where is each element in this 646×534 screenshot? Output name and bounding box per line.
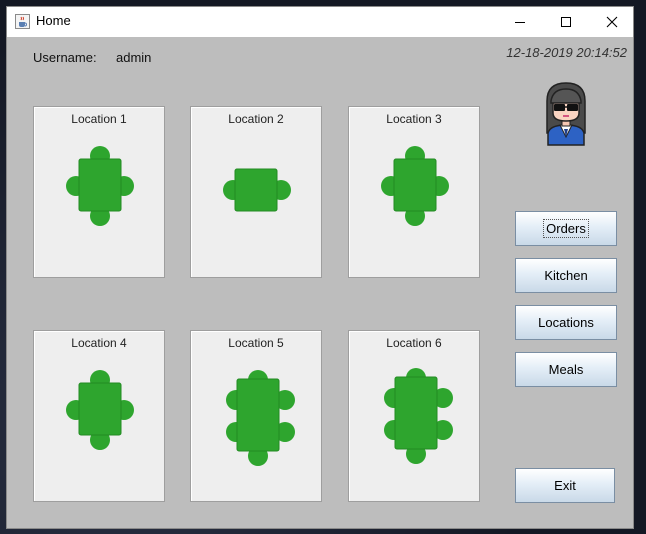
table-6-seats-icon (384, 368, 453, 464)
meals-button[interactable]: Meals (515, 352, 617, 387)
close-icon (606, 16, 618, 28)
location-card-6[interactable]: Location 6 (348, 330, 480, 502)
location-card-1[interactable]: Location 1 (33, 106, 165, 278)
exit-button[interactable]: Exit (515, 468, 615, 503)
table-2-seats-icon (223, 168, 291, 212)
home-window: Home Username: admin 12-18-2019 20:14:52… (6, 6, 634, 529)
kitchen-button-label: Kitchen (544, 268, 588, 283)
location-card-4[interactable]: Location 4 (33, 330, 165, 502)
table-4-seats-icon (381, 146, 449, 226)
close-button[interactable] (589, 7, 635, 37)
datetime-display: 12-18-2019 20:14:52 (506, 45, 627, 60)
minimize-icon (515, 22, 525, 23)
meals-button-label: Meals (548, 362, 584, 377)
orders-button-label: Orders (543, 219, 589, 238)
username-label: Username: (33, 50, 97, 65)
kitchen-button[interactable]: Kitchen (515, 258, 617, 293)
table-4-seats-icon (66, 146, 134, 226)
locations-button-label: Locations (538, 315, 594, 330)
title-bar[interactable]: Home (7, 7, 633, 37)
user-avatar-icon (546, 82, 586, 146)
location-card-5[interactable]: Location 5 (190, 330, 322, 502)
minimize-button[interactable] (497, 7, 543, 37)
exit-button-label: Exit (554, 478, 576, 493)
locations-button[interactable]: Locations (515, 305, 617, 340)
location-card-3[interactable]: Location 3 (348, 106, 480, 278)
maximize-button[interactable] (543, 7, 589, 37)
location-card-2[interactable]: Location 2 (190, 106, 322, 278)
table-6-seats-icon (226, 370, 295, 466)
java-cup-icon (15, 14, 30, 29)
orders-button[interactable]: Orders (515, 211, 617, 246)
maximize-icon (561, 17, 571, 27)
username-value: admin (116, 50, 152, 65)
window-title: Home (36, 13, 71, 28)
table-4-seats-icon (66, 370, 134, 450)
